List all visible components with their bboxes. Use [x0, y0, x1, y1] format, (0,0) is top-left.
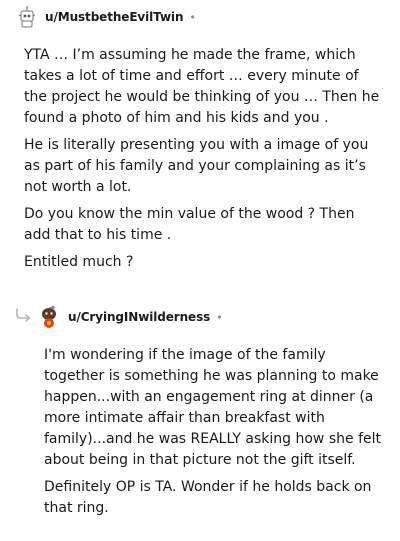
comment-paragraph: Do you know the min value of the wood ? …: [24, 206, 355, 243]
comment-header: u/MustbetheEvilTwin •: [17, 6, 196, 28]
snoo-avatar-icon[interactable]: [38, 305, 60, 329]
username[interactable]: u/MustbetheEvilTwin: [45, 10, 184, 24]
reply-arrow-icon: [16, 308, 31, 322]
username[interactable]: u/CryingINwilderness: [68, 310, 210, 324]
comment-body: YTA … I’m assuming he made the frame, wh…: [24, 45, 384, 279]
comment-paragraph: YTA … I’m assuming he made the frame, wh…: [24, 47, 380, 126]
separator-dot: •: [189, 10, 196, 24]
comment-body: I'm wondering if the image of the family…: [44, 345, 384, 525]
comment-paragraph: I'm wondering if the image of the family…: [44, 347, 381, 468]
comment-header: u/CryingINwilderness •: [38, 305, 223, 329]
comment-paragraph: Entitled much ?: [24, 254, 134, 270]
separator-dot: •: [216, 310, 223, 324]
comment-paragraph: He is literally presenting you with a im…: [24, 137, 369, 195]
comment-paragraph: Definitely OP is TA. Wonder if he holds …: [44, 479, 372, 516]
robot-avatar-icon[interactable]: [17, 6, 37, 28]
